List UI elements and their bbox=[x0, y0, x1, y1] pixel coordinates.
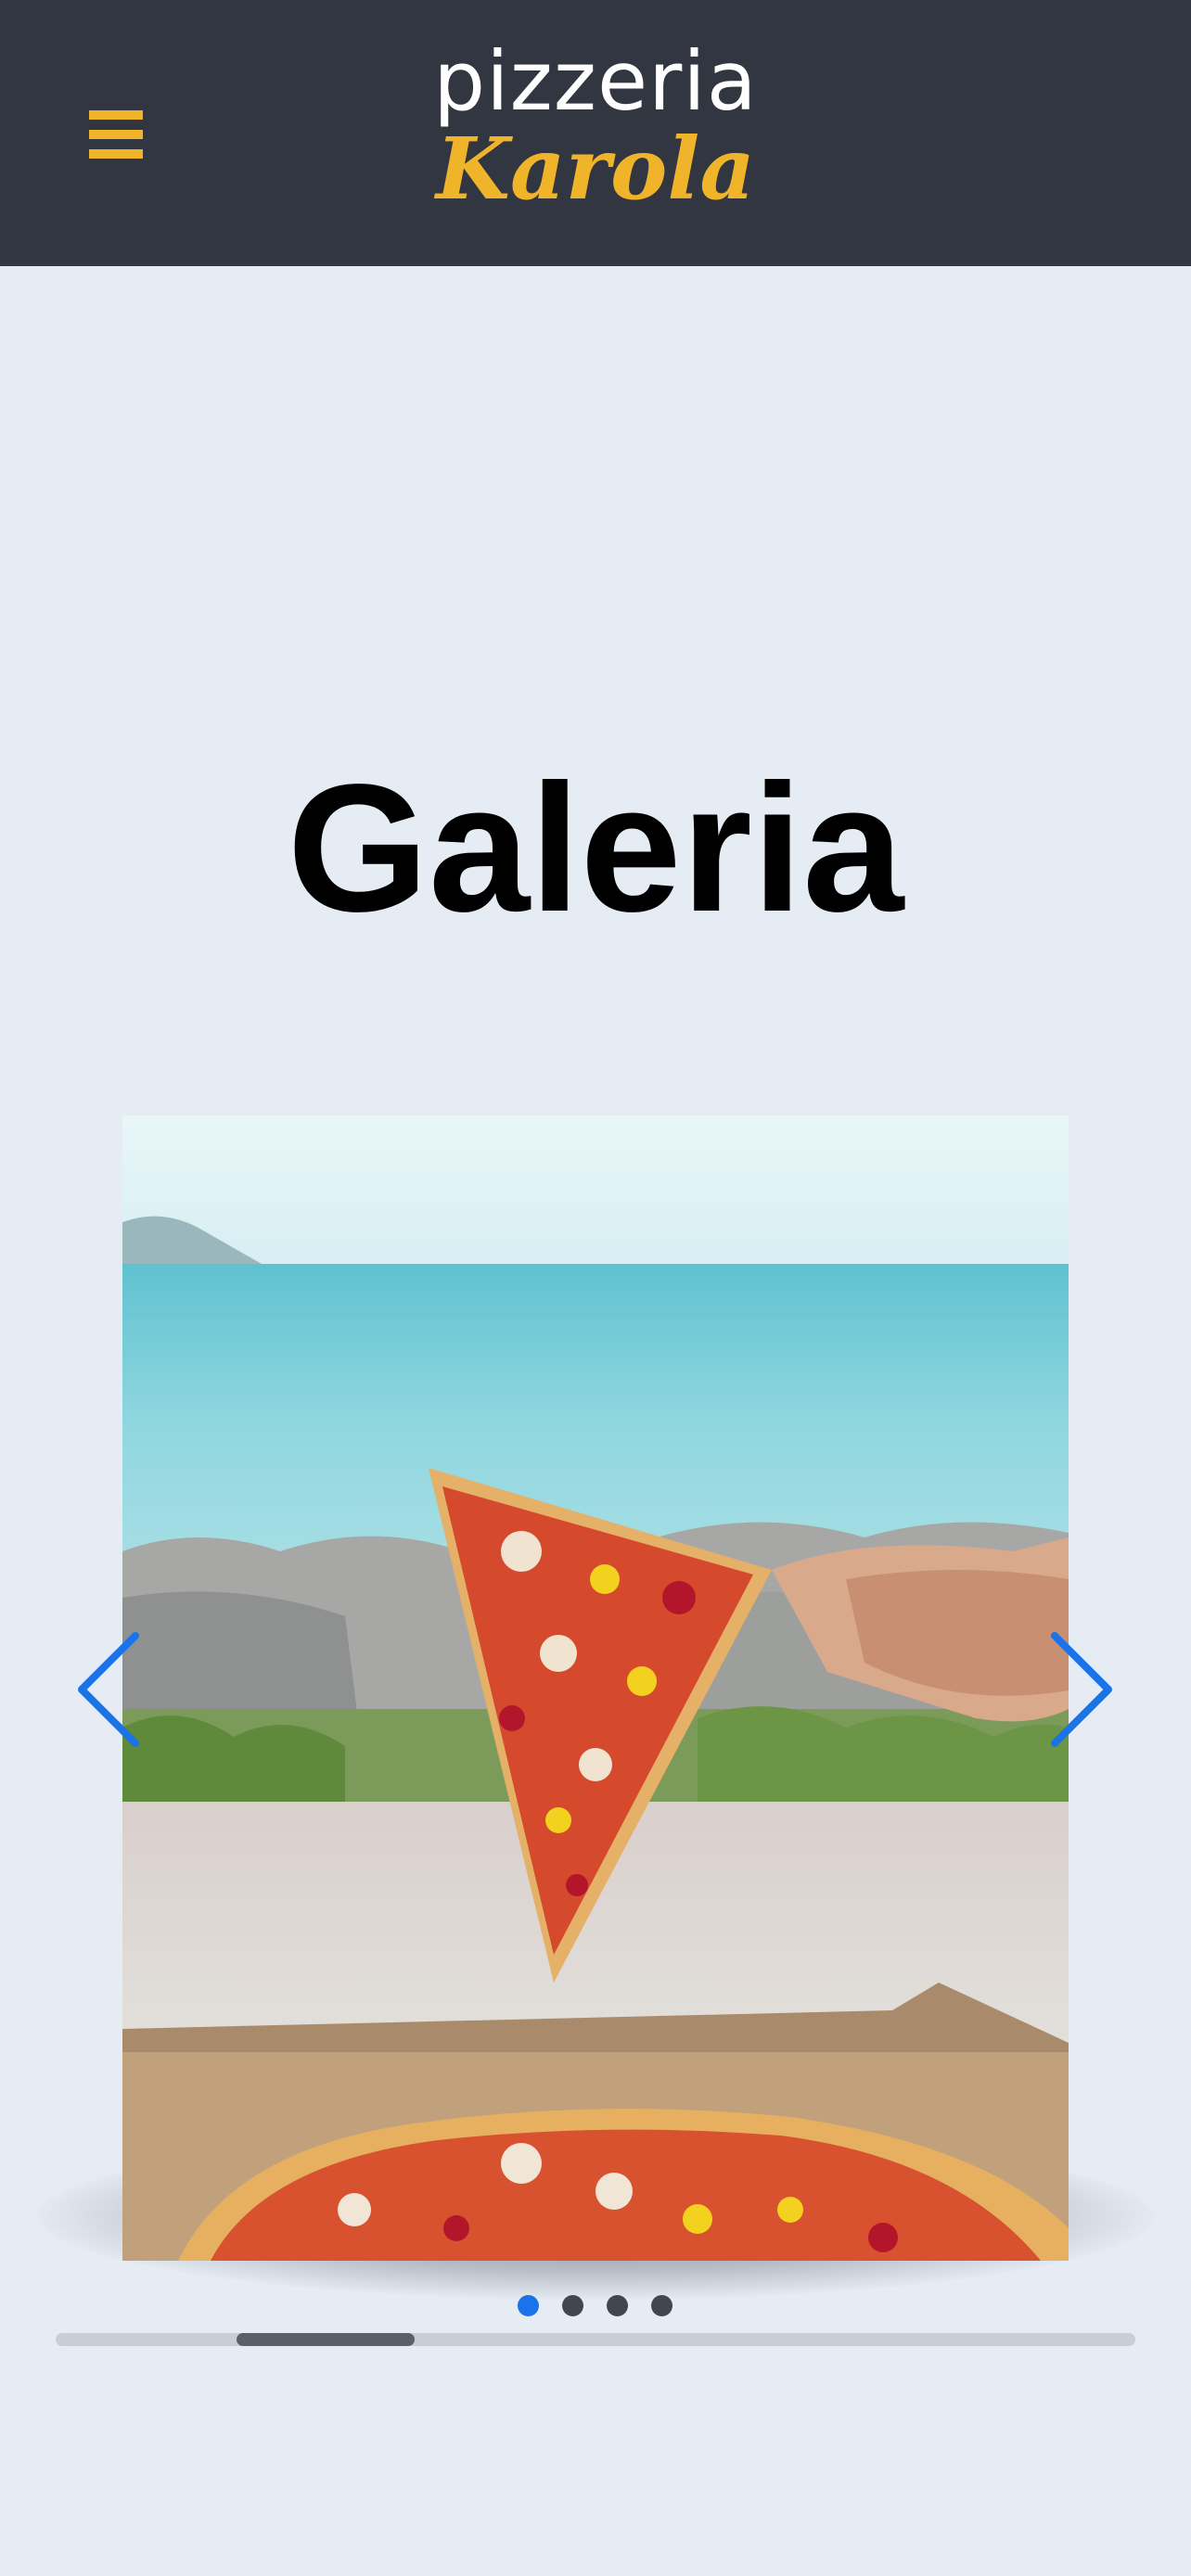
slide-dot-4[interactable] bbox=[651, 2295, 672, 2316]
chevron-right-icon[interactable] bbox=[1045, 1630, 1116, 1749]
pizza-photo bbox=[122, 1116, 1069, 2261]
gallery-scrollbar-thumb[interactable] bbox=[237, 2333, 415, 2346]
page-title: Galeria bbox=[287, 746, 904, 950]
hamburger-menu-icon[interactable] bbox=[89, 110, 143, 159]
site-logo[interactable]: pizzeria Karola bbox=[410, 33, 781, 219]
slide-dot-2[interactable] bbox=[562, 2295, 583, 2316]
site-header: pizzeria Karola bbox=[0, 0, 1191, 266]
chevron-left-icon[interactable] bbox=[74, 1630, 145, 1749]
logo-text-karola: Karola bbox=[436, 119, 755, 219]
slide-dot-3[interactable] bbox=[607, 2295, 628, 2316]
gallery-slide-image bbox=[122, 1116, 1069, 2261]
logo-text-pizzeria: pizzeria bbox=[433, 33, 758, 129]
slide-indicator bbox=[518, 2295, 672, 2317]
slide-dot-1[interactable] bbox=[518, 2295, 539, 2316]
gallery-scrollbar-track[interactable] bbox=[56, 2333, 1135, 2346]
